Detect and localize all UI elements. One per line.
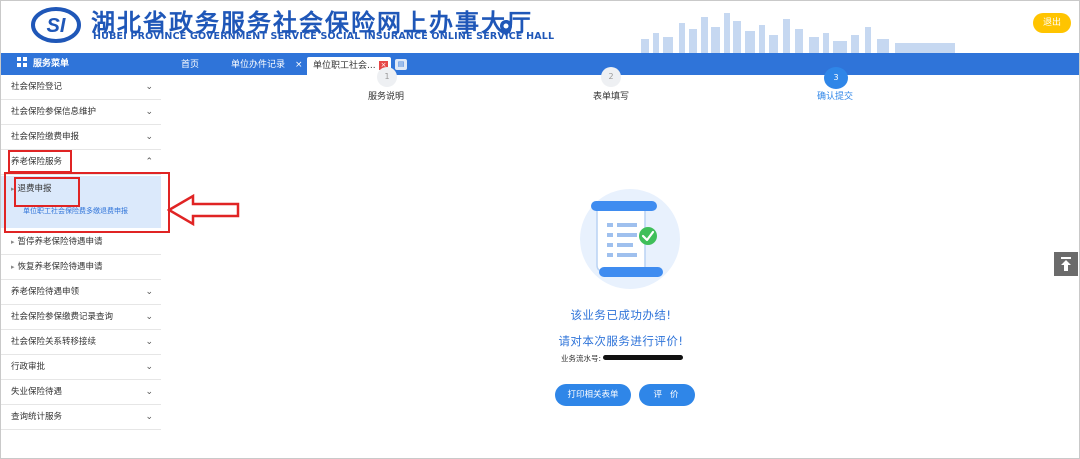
step-2-dot: 2 — [601, 67, 621, 87]
sidebar-item-payment-declaration[interactable]: 社会保险缴费申报 ⌄ — [1, 125, 161, 150]
serial-number: 业务流水号: — [561, 353, 684, 364]
sidebar-item-resume-pension[interactable]: ▸ 恢复养老保险待遇申请 — [1, 255, 161, 280]
chevron-down-icon: ⌄ — [145, 362, 153, 372]
service-menu-title: 服务菜单 — [33, 59, 70, 69]
back-to-top-icon[interactable] — [1054, 252, 1078, 276]
chevron-down-icon: ⌄ — [145, 107, 153, 117]
step-2-label: 表单填写 — [593, 92, 630, 102]
step-3-label: 确认提交 — [817, 92, 854, 102]
chevron-down-icon: ⌄ — [145, 82, 153, 92]
progress-steps: 1 服务说明 2 表单填写 3 确认提交 — [331, 67, 901, 105]
chevron-down-icon: ⌄ — [145, 412, 153, 422]
annotation-box-group — [4, 172, 170, 233]
sidebar-item-label: 社会保险登记 — [11, 82, 63, 92]
city-skyline-icon — [641, 13, 955, 53]
sidebar-item-admin-approval[interactable]: 行政审批 ⌄ — [1, 355, 161, 380]
caret-right-icon: ▸ — [11, 263, 15, 271]
app-window: SI 湖北省政务服务社会保险网上办事大厅 HUBEI PROVINCE GOVE… — [0, 0, 1080, 459]
step-3-dot: 3 — [824, 67, 848, 89]
chevron-down-icon: ⌄ — [145, 337, 153, 347]
site-subtitle: HUBEI PROVINCE GOVERNMENT SERVICE SOCIAL… — [93, 31, 555, 42]
sidebar-item-record-query[interactable]: 社会保险参保缴费记录查询 ⌄ — [1, 305, 161, 330]
sidebar-item-label: 查询统计服务 — [11, 412, 63, 422]
success-message: 该业务已成功办结! — [570, 308, 672, 322]
tab-active-label: 单位职工社会... — [313, 61, 376, 71]
sidebar-item-label: 养老保险待遇申领 — [11, 287, 80, 297]
sidebar-item-transfer[interactable]: 社会保险关系转移接续 ⌄ — [1, 330, 161, 355]
sidebar-item-label: 社会保险参保缴费记录查询 — [11, 312, 114, 322]
sidebar-item-label: 失业保险待遇 — [11, 387, 63, 397]
tab-unit-records[interactable]: 单位办件记录 — [231, 56, 285, 75]
tab-bar: 服务菜单 首页 单位办件记录 × 单位职工社会... × ▤ — [1, 53, 1079, 75]
step-1-label: 服务说明 — [368, 92, 405, 102]
logout-button[interactable]: 退出 — [1033, 13, 1071, 33]
sidebar-item-label: 社会保险缴费申报 — [11, 132, 80, 142]
annotation-box-pension — [8, 150, 72, 173]
chevron-down-icon: ⌄ — [145, 132, 153, 142]
serial-label: 业务流水号: — [561, 354, 602, 363]
grid-icon — [17, 57, 27, 67]
sidebar-item-suspend-pension[interactable]: ▸ 暂停养老保险待遇申请 — [1, 230, 161, 255]
print-forms-button[interactable]: 打印相关表单 — [555, 384, 631, 406]
annotation-arrow-icon — [167, 193, 240, 227]
sidebar-item-label: 行政审批 — [11, 362, 46, 372]
sidebar-item-label: 社会保险关系转移接续 — [11, 337, 97, 347]
sidebar-item-label: 社会保险参保信息维护 — [11, 107, 97, 117]
sidebar-menu: 社会保险登记 ⌄ 社会保险参保信息维护 ⌄ 社会保险缴费申报 ⌄ 养老保险服务 ⌃ ▸ 退… — [1, 75, 161, 458]
chevron-down-icon: ⌄ — [145, 287, 153, 297]
sidebar-item-statistics[interactable]: 查询统计服务 ⌄ — [1, 405, 161, 430]
chevron-down-icon: ⌄ — [145, 312, 153, 322]
caret-right-icon: ▸ — [11, 238, 15, 246]
serial-redacted-value — [603, 355, 684, 360]
rate-button[interactable]: 评价 — [639, 384, 695, 406]
rating-prompt: 请对本次服务进行评价! — [558, 334, 684, 348]
sidebar-item-info-maintenance[interactable]: 社会保险参保信息维护 ⌄ — [1, 100, 161, 125]
location-pin-icon — [500, 20, 512, 36]
step-1-dot: 1 — [377, 67, 397, 87]
site-header: SI 湖北省政务服务社会保险网上办事大厅 HUBEI PROVINCE GOVE… — [1, 1, 1079, 53]
tab-close-icon[interactable]: × — [295, 56, 303, 75]
document-success-icon — [580, 189, 680, 289]
more-tabs-icon[interactable]: ▤ — [395, 59, 407, 70]
logo-text: SI — [47, 15, 66, 37]
chevron-down-icon: ⌄ — [145, 387, 153, 397]
sidebar-item-unemployment[interactable]: 失业保险待遇 ⌄ — [1, 380, 161, 405]
tab-home[interactable]: 首页 — [181, 56, 199, 75]
sidebar-item-pension-claim[interactable]: 养老保险待遇申领 ⌄ — [1, 280, 161, 305]
si-logo-icon: SI — [31, 7, 81, 43]
sidebar-item-insurance-registration[interactable]: 社会保险登记 ⌄ — [1, 75, 161, 100]
service-menu-header: 服务菜单 — [17, 53, 69, 75]
